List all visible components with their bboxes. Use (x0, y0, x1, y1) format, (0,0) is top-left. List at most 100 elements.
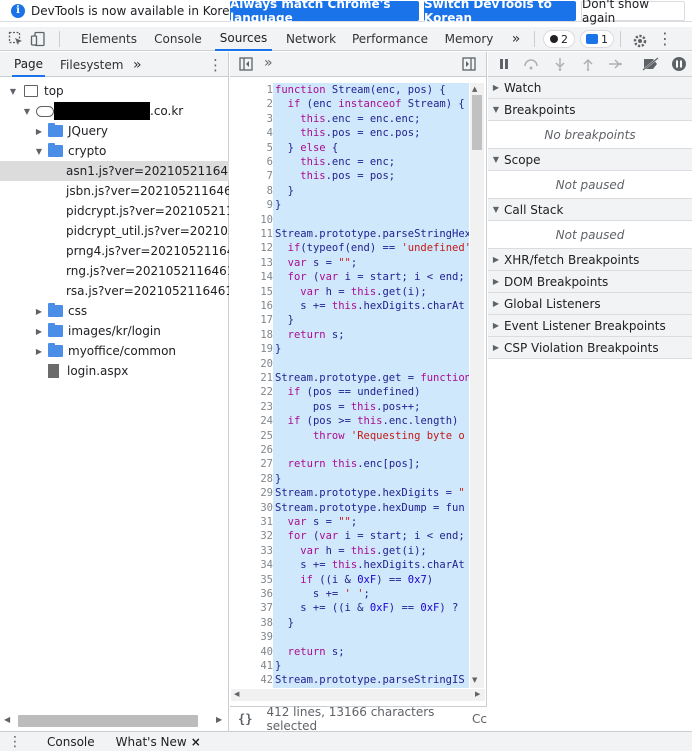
editor-vertical-scrollbar[interactable] (470, 83, 484, 688)
line-number[interactable]: 28 (235, 472, 273, 486)
error-count-badge[interactable]: 2 (543, 30, 575, 48)
tab-page[interactable]: Page (12, 52, 46, 77)
step-icon[interactable] (608, 58, 622, 73)
tree-frame-top[interactable]: ▼ top (0, 81, 229, 101)
line-number[interactable]: 37 (235, 601, 273, 615)
tree-domain[interactable]: ▼ .co.kr (0, 101, 229, 121)
tree-file-prng4[interactable]: prng4.js?ver=20210521164612 (0, 241, 229, 261)
device-toolbar-icon[interactable] (27, 28, 49, 50)
line-number[interactable]: 38 (235, 616, 273, 630)
section-breakpoints[interactable]: ▼ Breakpoints (488, 99, 692, 121)
line-number[interactable]: 11 (235, 227, 273, 241)
toggle-debugger-icon[interactable] (462, 57, 476, 74)
pause-on-exceptions-icon[interactable] (671, 56, 687, 75)
section-scope[interactable]: ▼ Scope (488, 149, 692, 171)
line-number[interactable]: 5 (235, 141, 273, 155)
line-number[interactable]: 41 (235, 659, 273, 673)
line-number[interactable]: 34 (235, 558, 273, 572)
scroll-right-arrow-icon[interactable]: ▶ (475, 690, 480, 698)
drawer-menu-icon[interactable]: ⋮ (8, 734, 22, 750)
line-number[interactable]: 20 (235, 357, 273, 371)
navigator-horizontal-scrollbar[interactable] (18, 715, 198, 727)
line-number[interactable]: 21 (235, 371, 273, 385)
tree-file-rng[interactable]: rng.js?ver=20210521164612 (0, 261, 229, 281)
tab-filesystem[interactable]: Filesystem (58, 52, 125, 77)
tab-console[interactable]: Console (149, 27, 207, 51)
drawer-tab-whats-new[interactable]: What's New (116, 735, 187, 749)
line-number[interactable]: 13 (235, 256, 273, 270)
step-over-icon[interactable] (523, 58, 539, 73)
line-number[interactable]: 22 (235, 385, 273, 399)
scroll-down-arrow-icon[interactable]: ▼ (472, 676, 477, 684)
line-number[interactable]: 36 (235, 587, 273, 601)
editor-more-button[interactable]: » (264, 55, 273, 71)
line-number[interactable]: 15 (235, 285, 273, 299)
scroll-up-arrow-icon[interactable]: ▲ (472, 85, 477, 93)
code-editor[interactable]: function Stream(enc, pos) { if (enc inst… (273, 83, 469, 688)
line-number[interactable]: 4 (235, 126, 273, 140)
line-number[interactable]: 8 (235, 184, 273, 198)
navigator-menu-icon[interactable]: ⋮ (206, 52, 225, 77)
tree-folder-images[interactable]: ▶ images/kr/login (0, 321, 229, 341)
tree-file-pidcrypt-util[interactable]: pidcrypt_util.js?ver=20210521 (0, 221, 229, 241)
pause-icon[interactable] (498, 58, 510, 73)
line-number[interactable]: 16 (235, 299, 273, 313)
tab-elements[interactable]: Elements (78, 27, 140, 51)
tree-file-pidcrypt[interactable]: pidcrypt.js?ver=20210521164612 (0, 201, 229, 221)
line-number[interactable]: 10 (235, 213, 273, 227)
editor-horizontal-scrollbar[interactable] (231, 689, 485, 701)
line-number[interactable]: 33 (235, 544, 273, 558)
line-number[interactable]: 23 (235, 400, 273, 414)
line-number[interactable]: 31 (235, 515, 273, 529)
line-number[interactable]: 30 (235, 501, 273, 515)
customize-menu-icon[interactable]: ⋮ (657, 30, 673, 48)
tab-memory[interactable]: Memory (441, 27, 497, 51)
line-number[interactable]: 1 (235, 83, 273, 97)
switch-language-button[interactable]: Switch DevTools to Korean (424, 0, 576, 25)
tree-folder-myoffice[interactable]: ▶ myoffice/common (0, 341, 229, 361)
line-number[interactable]: 40 (235, 645, 273, 659)
section-dom-breakpoints[interactable]: ▶ DOM Breakpoints (488, 271, 692, 293)
section-watch[interactable]: ▶ Watch (488, 77, 692, 99)
line-number[interactable]: 3 (235, 112, 273, 126)
line-number[interactable]: 18 (235, 328, 273, 342)
line-number[interactable]: 25 (235, 429, 273, 443)
tree-file-jsbn[interactable]: jsbn.js?ver=20210521164612 (0, 181, 229, 201)
pretty-print-icon[interactable]: {} (238, 712, 252, 726)
line-number[interactable]: 2 (235, 97, 273, 111)
editor-scroll-thumb[interactable] (472, 95, 482, 150)
more-tabs-button[interactable]: » (507, 27, 525, 51)
close-icon[interactable]: × (191, 735, 201, 749)
line-number[interactable]: 14 (235, 270, 273, 284)
tab-sources[interactable]: Sources (215, 27, 272, 51)
line-number[interactable]: 24 (235, 414, 273, 428)
section-csp-violation-breakpoints[interactable]: ▶ CSP Violation Breakpoints (488, 337, 692, 359)
tree-file-asn1[interactable]: asn1.js?ver=20210521164612 (0, 161, 229, 181)
toggle-navigator-icon[interactable] (239, 57, 253, 74)
tab-network[interactable]: Network (281, 27, 341, 51)
step-out-icon[interactable] (582, 57, 594, 74)
line-number[interactable]: 6 (235, 155, 273, 169)
line-number[interactable]: 12 (235, 241, 273, 255)
tree-file-rsa[interactable]: rsa.js?ver=20210521164612 (0, 281, 229, 301)
line-number[interactable]: 7 (235, 169, 273, 183)
drawer-tab-console[interactable]: Console (47, 735, 95, 749)
line-number[interactable]: 39 (235, 630, 273, 644)
line-number[interactable]: 29 (235, 486, 273, 500)
tree-folder-crypto[interactable]: ▼ crypto (0, 141, 229, 161)
section-global-listeners[interactable]: ▶ Global Listeners (488, 293, 692, 315)
line-number[interactable]: 26 (235, 443, 273, 457)
line-number[interactable]: 9 (235, 198, 273, 212)
step-into-icon[interactable] (554, 57, 566, 74)
tree-file-login[interactable]: login.aspx (0, 361, 229, 381)
section-event-listener-breakpoints[interactable]: ▶ Event Listener Breakpoints (488, 315, 692, 337)
line-number[interactable]: 27 (235, 457, 273, 471)
line-number[interactable]: 42 (235, 673, 273, 687)
line-number[interactable]: 19 (235, 342, 273, 356)
line-number[interactable]: 17 (235, 313, 273, 327)
tab-performance[interactable]: Performance (350, 27, 430, 51)
tree-folder-jquery[interactable]: ▶ JQuery (0, 121, 229, 141)
navigator-more-button[interactable]: » (131, 52, 144, 77)
scroll-left-arrow-icon[interactable]: ◀ (234, 690, 239, 698)
settings-gear-icon[interactable] (629, 30, 651, 52)
